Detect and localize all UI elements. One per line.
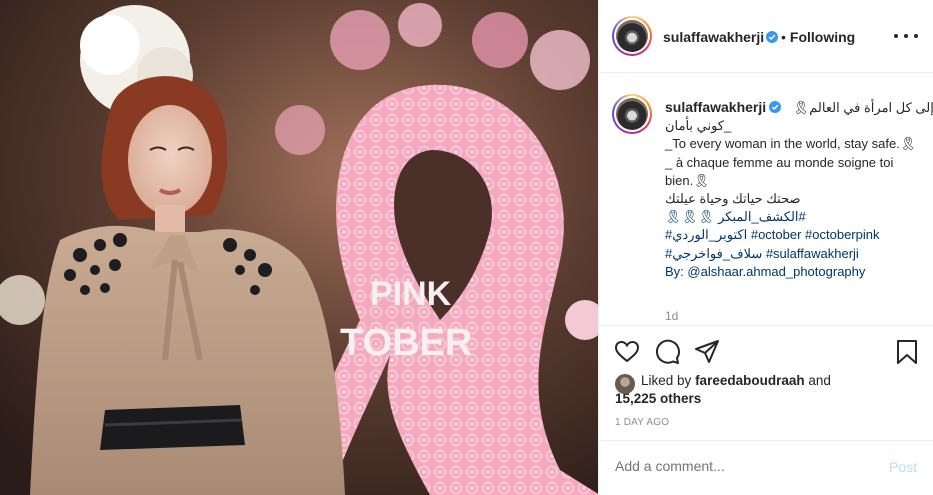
author-avatar[interactable] <box>612 16 652 56</box>
ribbon-text-pink: PINK <box>370 275 452 313</box>
bookmark-icon <box>897 340 917 364</box>
caption-line-2: _كوني بأمان <box>665 118 732 134</box>
ellipsis-icon <box>894 34 898 38</box>
save-button[interactable] <box>893 338 921 366</box>
following-button[interactable]: Following <box>790 29 855 45</box>
caption-line-4: _ à chaque femme au monde soigne toi bie… <box>665 154 894 188</box>
comment-bar: Post <box>599 440 933 495</box>
ribbon-text-tober: TOBER <box>340 322 472 364</box>
likes-summary: Liked by fareedaboudraah and 15,225 othe… <box>615 372 925 408</box>
follow-status: • Following <box>777 29 855 45</box>
post-comment-button[interactable]: Post <box>889 459 917 475</box>
hashtag-line-1[interactable]: #الكشف_المبكر 🎗🎗🎗 <box>665 208 925 226</box>
caption-timestamp[interactable]: 1d <box>665 309 678 323</box>
liker-avatar[interactable] <box>615 374 635 394</box>
dot-separator: • <box>781 29 786 45</box>
caption-text: sulaffawakherji إلى كل امرأة في العالم🎗 … <box>665 98 933 281</box>
more-options-button[interactable] <box>894 26 918 46</box>
photographer-credit-link[interactable]: By: @alshaar.ahmad_photography <box>665 263 925 281</box>
like-button[interactable] <box>613 338 641 366</box>
caption-username[interactable]: sulaffawakherji <box>665 99 766 115</box>
post-header: sulaffawakherji • Following <box>599 0 933 73</box>
caption-author-avatar[interactable] <box>612 94 652 134</box>
comment-button[interactable] <box>653 338 681 366</box>
share-button[interactable] <box>693 338 721 366</box>
author-username[interactable]: sulaffawakherji <box>663 29 764 45</box>
post-date[interactable]: 1 DAY AGO <box>615 417 669 428</box>
likes-connector: and <box>808 373 831 388</box>
paper-plane-icon <box>695 340 719 363</box>
caption-line-1: إلى كل امرأة في العالم🎗 <box>792 100 933 115</box>
comment-icon <box>656 339 680 364</box>
caption-verified-badge-icon <box>769 101 782 113</box>
likes-prefix: Liked by <box>641 373 692 388</box>
post-side-panel: sulaffawakherji • Following sulaffawakher… <box>598 0 933 495</box>
hashtag-line-3[interactable]: #سلاف_فواخرجي #sulaffawakherji <box>665 245 925 263</box>
photo-illustration: PINK TOBER <box>0 0 598 495</box>
comment-input[interactable] <box>615 458 875 474</box>
post-photo[interactable]: PINK TOBER <box>0 0 598 495</box>
action-bar <box>599 330 933 370</box>
caption-line-5: صحتك حياتك وحياة عيلتك <box>665 191 801 207</box>
liker-username[interactable]: fareedaboudraah <box>695 373 805 388</box>
heart-icon <box>614 340 640 363</box>
caption-section: sulaffawakherji إلى كل امرأة في العالم🎗 … <box>599 74 933 326</box>
caption-line-3: _To every woman in the world, stay safe.… <box>665 136 917 152</box>
hashtag-line-2[interactable]: #اكتوبر_الوردي #october #octoberpink <box>665 226 925 244</box>
